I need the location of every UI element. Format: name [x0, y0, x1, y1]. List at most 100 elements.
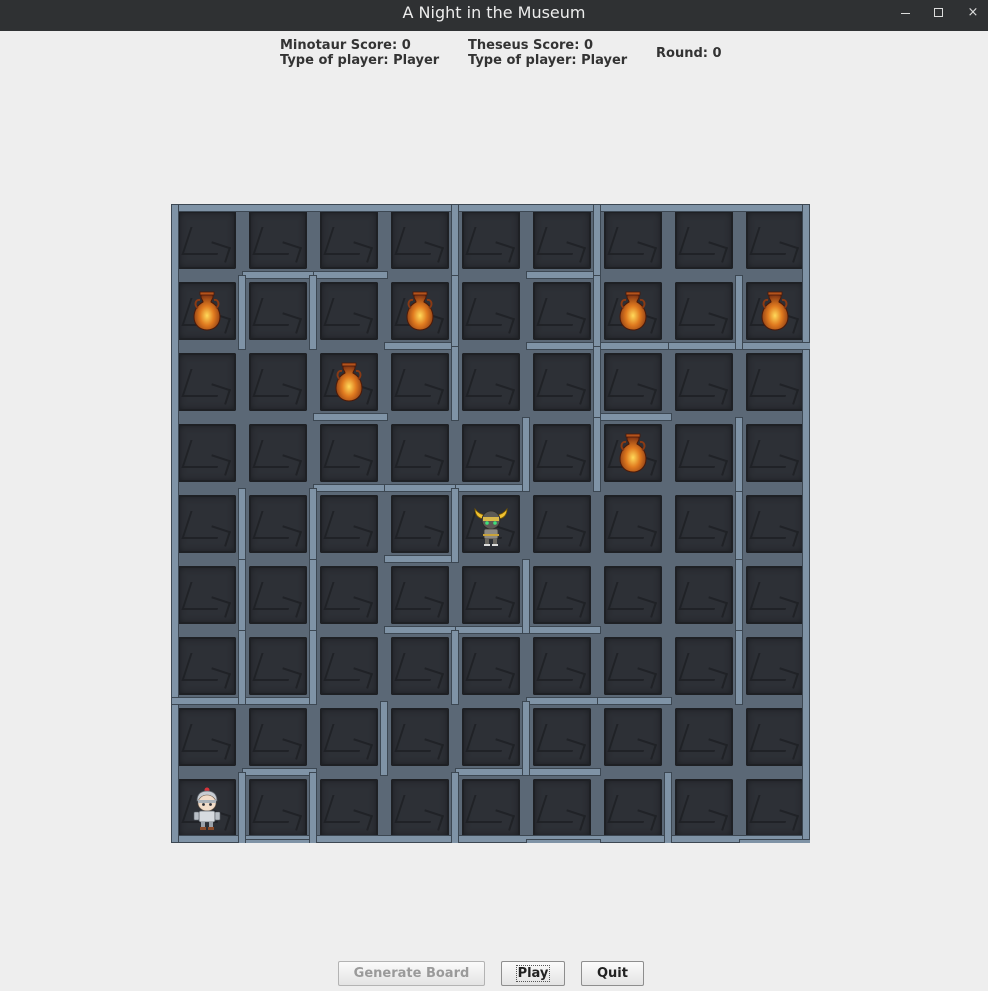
- board-tile: [313, 559, 385, 631]
- wall-segment: [593, 346, 601, 421]
- wall-segment: [384, 342, 459, 350]
- board-grid: [171, 204, 810, 843]
- minotaur-player-type: Type of player: Player: [280, 53, 440, 68]
- minotaur-info: Minotaur Score: 0 Type of player: Player: [280, 38, 439, 68]
- board-tile: [242, 630, 314, 702]
- wall-segment: [739, 839, 810, 843]
- board-tile: [739, 559, 810, 631]
- board-tile: [668, 417, 740, 489]
- board-tile: [171, 346, 243, 418]
- wall-segment: [455, 768, 530, 776]
- floor-stone: [675, 211, 733, 269]
- board-tile: [739, 701, 810, 773]
- board-tile: [171, 630, 243, 702]
- floor-stone: [391, 566, 449, 624]
- floor-stone: [675, 282, 733, 340]
- floor-stone: [604, 211, 662, 269]
- floor-stone: [675, 495, 733, 553]
- board-tile: [597, 559, 669, 631]
- wall-segment: [526, 626, 601, 634]
- board-tile: [597, 630, 669, 702]
- floor-stone: [746, 566, 804, 624]
- board-tile: [384, 701, 456, 773]
- board-tile: [668, 346, 740, 418]
- game-board: [171, 204, 810, 843]
- floor-stone: [462, 282, 520, 340]
- board-tile: [455, 772, 527, 843]
- board-tile: [242, 559, 314, 631]
- floor-stone: [249, 637, 307, 695]
- wall-segment: [242, 271, 317, 279]
- board-tile: [455, 346, 527, 418]
- wall-segment: [522, 417, 530, 492]
- play-button[interactable]: Play: [501, 961, 565, 986]
- floor-stone: [391, 495, 449, 553]
- wall-segment: [309, 275, 317, 350]
- wall-segment: [668, 342, 743, 350]
- floor-stone: [604, 566, 662, 624]
- board-tile: [384, 417, 456, 489]
- board-tile: [384, 204, 456, 276]
- board-tile: [384, 488, 456, 560]
- board-tile: [171, 559, 243, 631]
- board-tile: [668, 275, 740, 347]
- board-tile: [313, 630, 385, 702]
- floor-stone: [462, 353, 520, 411]
- vase-icon: [187, 288, 227, 334]
- floor-stone: [604, 708, 662, 766]
- wall-segment: [593, 417, 601, 492]
- wall-segment: [526, 271, 601, 279]
- wall-segment: [309, 772, 317, 843]
- floor-stone: [675, 779, 733, 837]
- board-tile: [313, 772, 385, 843]
- generate-board-button[interactable]: Generate Board: [338, 961, 485, 986]
- board-tile: [313, 701, 385, 773]
- minimize-button[interactable]: [893, 2, 919, 24]
- board-tile: [313, 204, 385, 276]
- floor-stone: [746, 353, 804, 411]
- board-tile: [739, 630, 810, 702]
- floor-stone: [249, 353, 307, 411]
- floor-stone: [320, 637, 378, 695]
- floor-stone: [533, 495, 591, 553]
- floor-stone: [604, 637, 662, 695]
- wall-segment: [526, 697, 601, 705]
- board-tile: [242, 346, 314, 418]
- board-tile: [739, 417, 810, 489]
- board-tile: [739, 204, 810, 276]
- quit-button[interactable]: Quit: [581, 961, 644, 986]
- maximize-button[interactable]: [926, 2, 952, 24]
- vase-icon: [329, 359, 369, 405]
- wall-segment: [526, 768, 601, 776]
- board-tile: [526, 772, 598, 843]
- close-button[interactable]: ×: [960, 2, 986, 24]
- minotaur-icon: [471, 501, 511, 547]
- board-tile: [739, 488, 810, 560]
- floor-stone: [675, 708, 733, 766]
- board-tile: [313, 275, 385, 347]
- floor-stone: [675, 424, 733, 482]
- board-tile: [384, 346, 456, 418]
- floor-stone: [249, 708, 307, 766]
- theseus-icon: [187, 785, 227, 831]
- floor-stone: [462, 779, 520, 837]
- board-tile: [526, 559, 598, 631]
- outer-wall: [802, 204, 810, 843]
- vase-icon: [613, 430, 653, 476]
- board-tile: [384, 559, 456, 631]
- wall-segment: [597, 342, 672, 350]
- wall-segment: [242, 768, 317, 776]
- floor-stone: [249, 211, 307, 269]
- floor-stone: [178, 495, 236, 553]
- board-tile: [526, 275, 598, 347]
- wall-segment: [455, 484, 530, 492]
- wall-segment: [451, 488, 459, 563]
- floor-stone: [462, 637, 520, 695]
- floor-stone: [249, 495, 307, 553]
- wall-segment: [593, 204, 601, 279]
- board-tile: [242, 417, 314, 489]
- minotaur-score: Minotaur Score: 0: [280, 38, 411, 53]
- board-tile: [526, 701, 598, 773]
- wall-segment: [171, 697, 246, 705]
- minimize-icon: [901, 13, 910, 14]
